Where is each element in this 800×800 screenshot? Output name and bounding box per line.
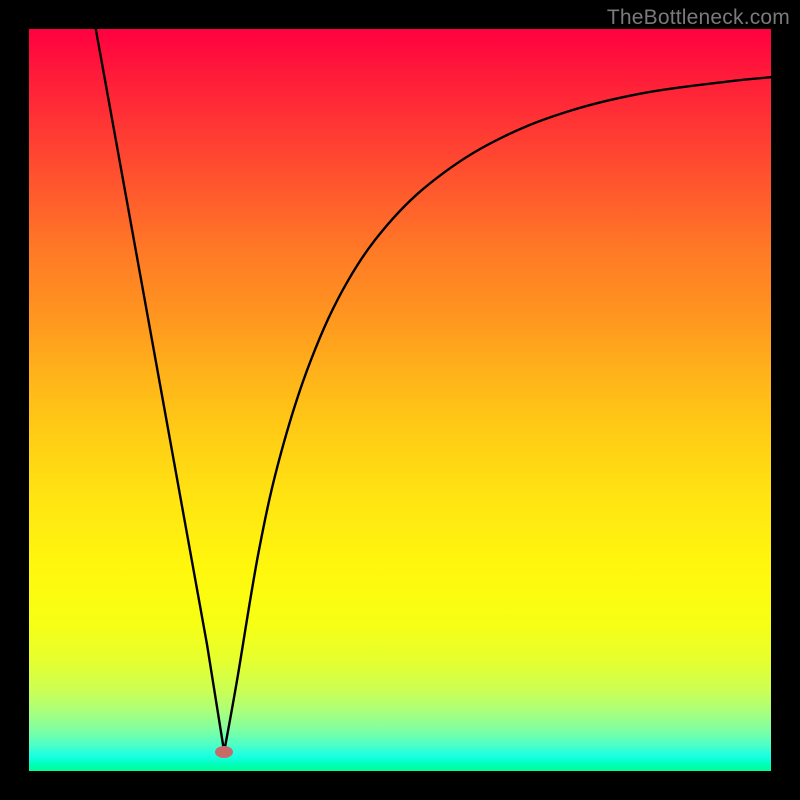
vertex-marker [215, 746, 233, 758]
watermark-text: TheBottleneck.com [607, 6, 790, 30]
chart-frame: TheBottleneck.com [0, 0, 800, 800]
bottleneck-curve [29, 29, 771, 771]
plot-area [29, 29, 771, 771]
